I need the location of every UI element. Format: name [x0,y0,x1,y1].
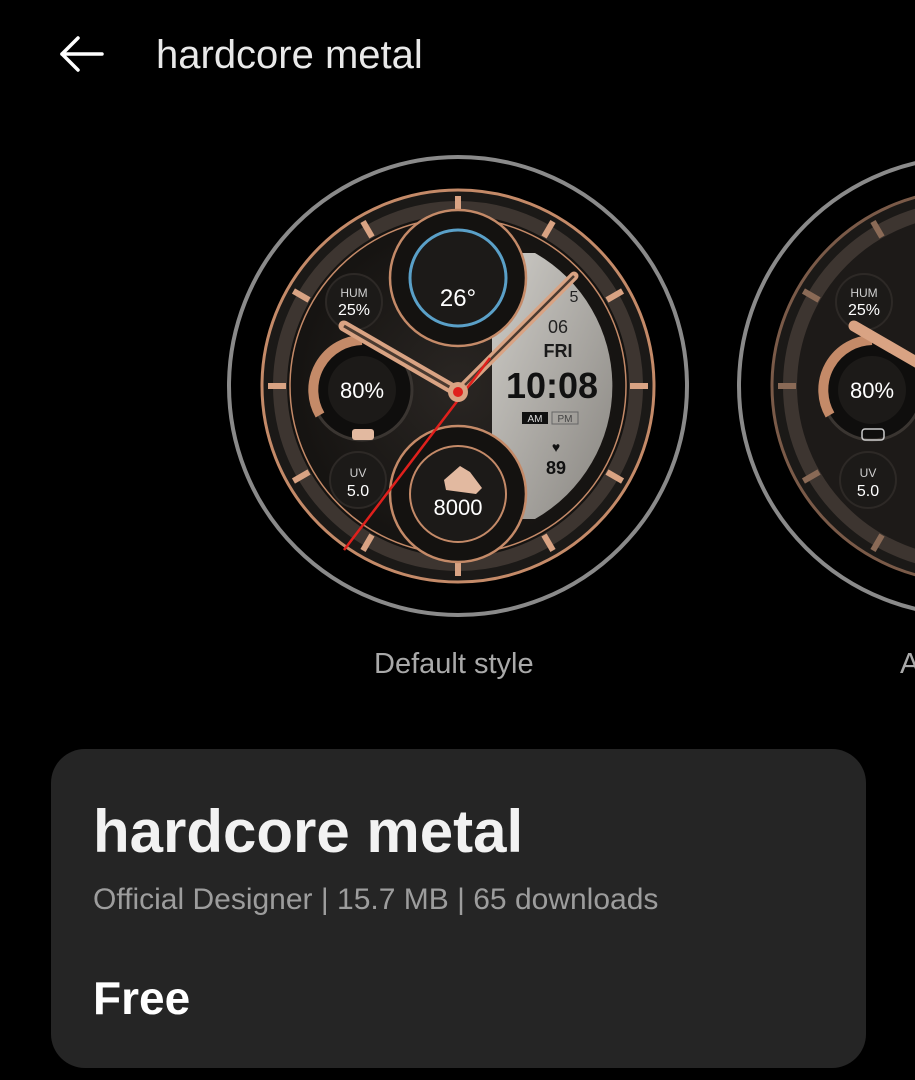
battery-value: 80% [340,378,384,403]
style-carousel[interactable]: HUM 25% 26° 80% UV 5.0 8000 5 06 FRI 10:… [0,140,915,700]
humidity-value-alt: 25% [848,302,880,319]
top-bar: hardcore metal [0,0,915,110]
humidity-label: HUM [340,286,367,300]
steps-value: 8000 [434,495,483,520]
date-value: 06 [548,317,568,337]
digital-time: 10:08 [506,365,598,406]
battery-value-alt: 80% [850,378,894,403]
card-title: hardcore metal [93,798,524,865]
uv-value-alt: 5.0 [857,483,879,500]
uv-value: 5.0 [347,483,369,500]
watch-face-alternate[interactable]: HUM 25% 80% UV 5.0 [732,150,915,622]
watch-face-default[interactable]: HUM 25% 26° 80% UV 5.0 8000 5 06 FRI 10:… [222,150,694,622]
price-label: Free [93,972,191,1024]
designer-label: Official Designer [93,883,313,916]
watch-face-preview-alt: HUM 25% 80% UV 5.0 [737,161,915,611]
style-label-default[interactable]: Default style [374,648,534,681]
arrow-left-icon [60,36,104,72]
page-title: hardcore metal [156,33,423,77]
pm-indicator: PM [558,414,573,425]
watch-face-info-card: hardcore metal Official Designer | 15.7 … [51,749,866,1068]
download-count: 65 downloads [473,883,659,916]
back-button[interactable] [56,32,108,78]
weekday-value: FRI [544,341,573,361]
meta-separator: | [457,883,474,916]
meta-separator: | [320,883,338,916]
card-meta: Official Designer | 15.7 MB | 65 downloa… [93,883,658,917]
heart-icon: ♥ [552,439,560,455]
humidity-value: 25% [338,302,370,319]
style-label-alternate[interactable]: A [900,648,915,681]
file-size: 15.7 MB [337,883,449,916]
uv-label-alt: UV [860,466,877,480]
heart-rate-value: 89 [546,458,566,478]
temperature-value: 26° [440,285,476,312]
am-indicator: AM [528,414,543,425]
humidity-label-alt: HUM [850,286,877,300]
watch-face-preview: HUM 25% 26° 80% UV 5.0 8000 5 06 FRI 10:… [227,155,689,617]
uv-label: UV [350,466,367,480]
date-top: 5 [570,289,579,306]
